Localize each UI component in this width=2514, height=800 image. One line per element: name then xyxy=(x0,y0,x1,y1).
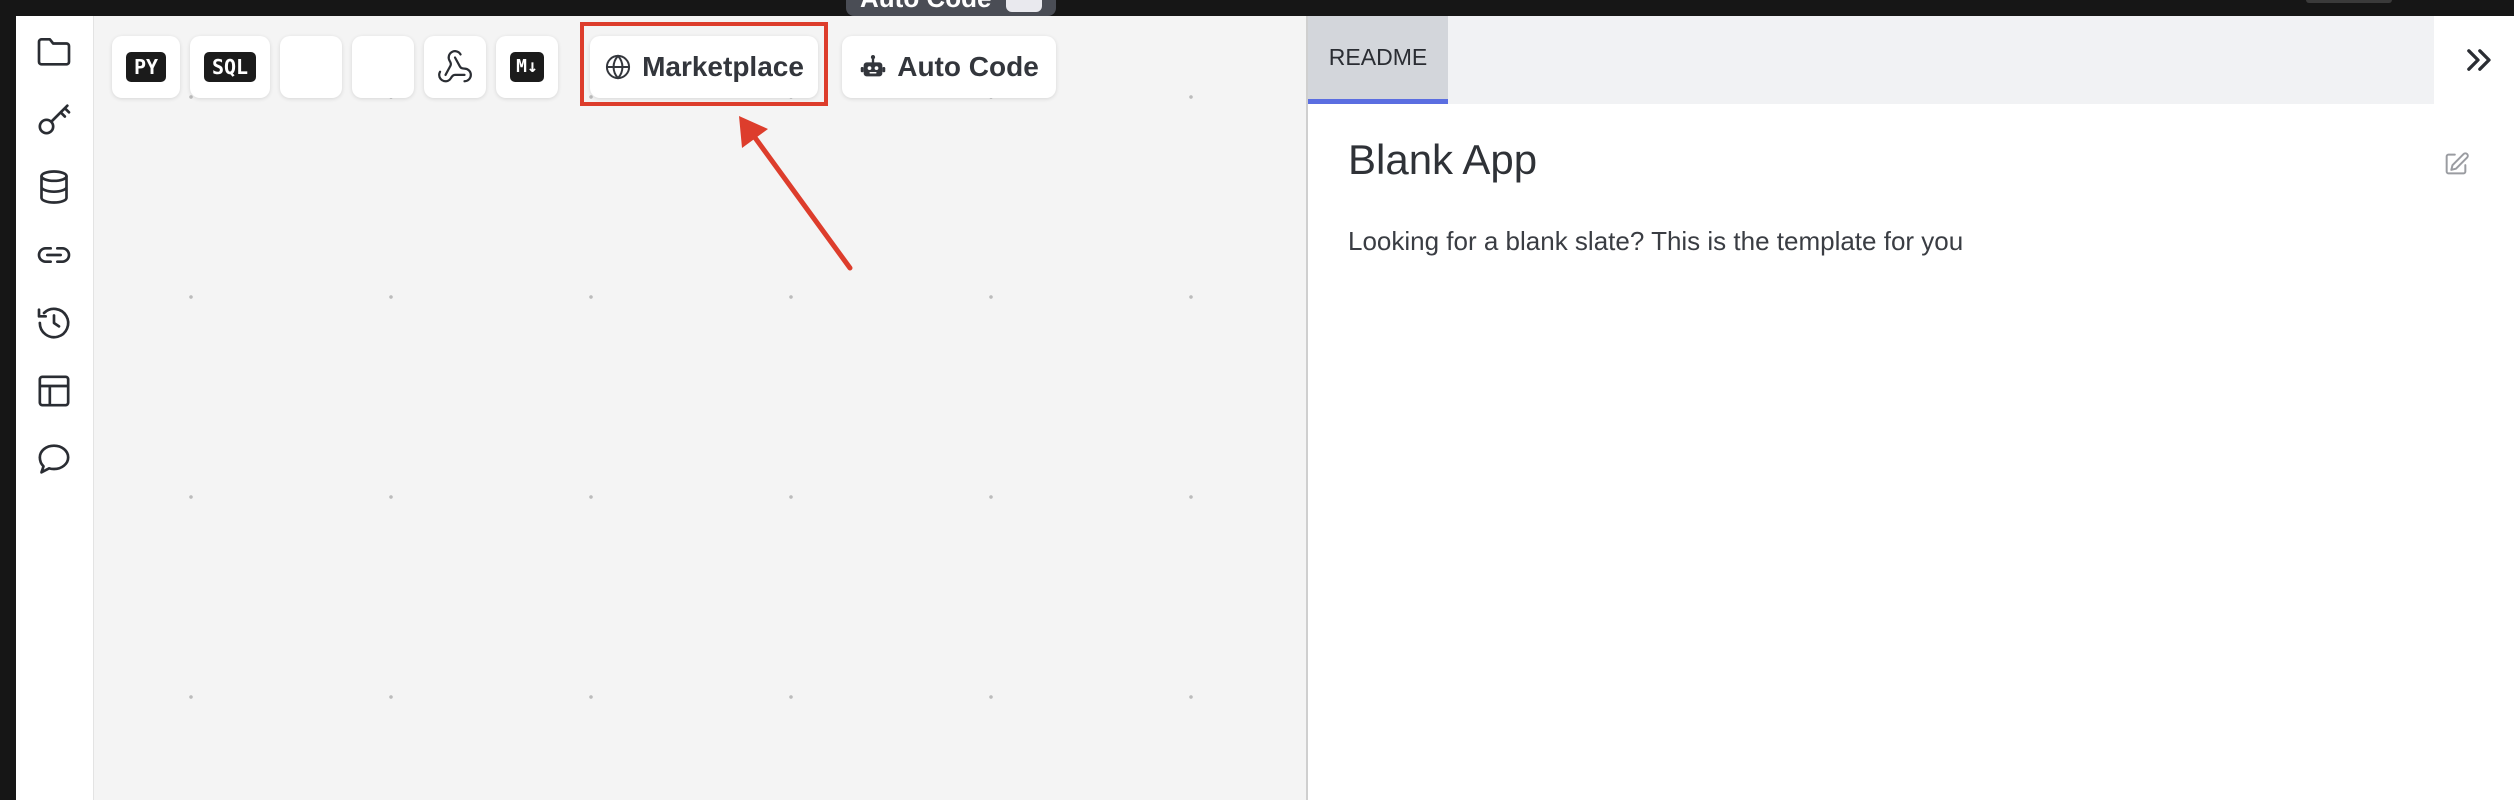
auto-code-tooltip: Auto Code xyxy=(846,0,1056,16)
history-icon[interactable] xyxy=(34,303,74,343)
tooltip-shortcut-key xyxy=(1006,0,1042,12)
layout-icon[interactable] xyxy=(34,371,74,411)
chevrons-right-icon xyxy=(2456,38,2500,82)
readme-title: Blank App xyxy=(1348,136,1538,183)
canvas[interactable]: PY SQL M↓ Marketplace Auto Code xyxy=(94,16,1306,800)
tab-readme[interactable]: README xyxy=(1308,16,1448,104)
panel-tab-bar: README xyxy=(1308,16,2434,104)
annotation-arrow xyxy=(739,116,853,271)
readme-panel: README Blank App Looking for a blank sla… xyxy=(1306,16,2514,800)
window-edge xyxy=(0,16,16,800)
app-window: Auto Code PY SQL xyxy=(0,0,2514,800)
database-icon[interactable] xyxy=(34,167,74,207)
chat-icon[interactable] xyxy=(34,439,74,479)
key-icon[interactable] xyxy=(34,99,74,139)
collapse-panel-button[interactable] xyxy=(2456,38,2500,82)
sidebar-rail xyxy=(16,16,94,800)
top-right-control[interactable] xyxy=(2306,0,2392,3)
link-icon[interactable] xyxy=(34,235,74,275)
folder-icon[interactable] xyxy=(34,31,74,71)
edit-icon[interactable] xyxy=(2442,150,2470,178)
tooltip-label: Auto Code xyxy=(860,0,991,13)
readme-description: Looking for a blank slate? This is the t… xyxy=(1348,226,1964,256)
top-bar xyxy=(0,0,2514,16)
